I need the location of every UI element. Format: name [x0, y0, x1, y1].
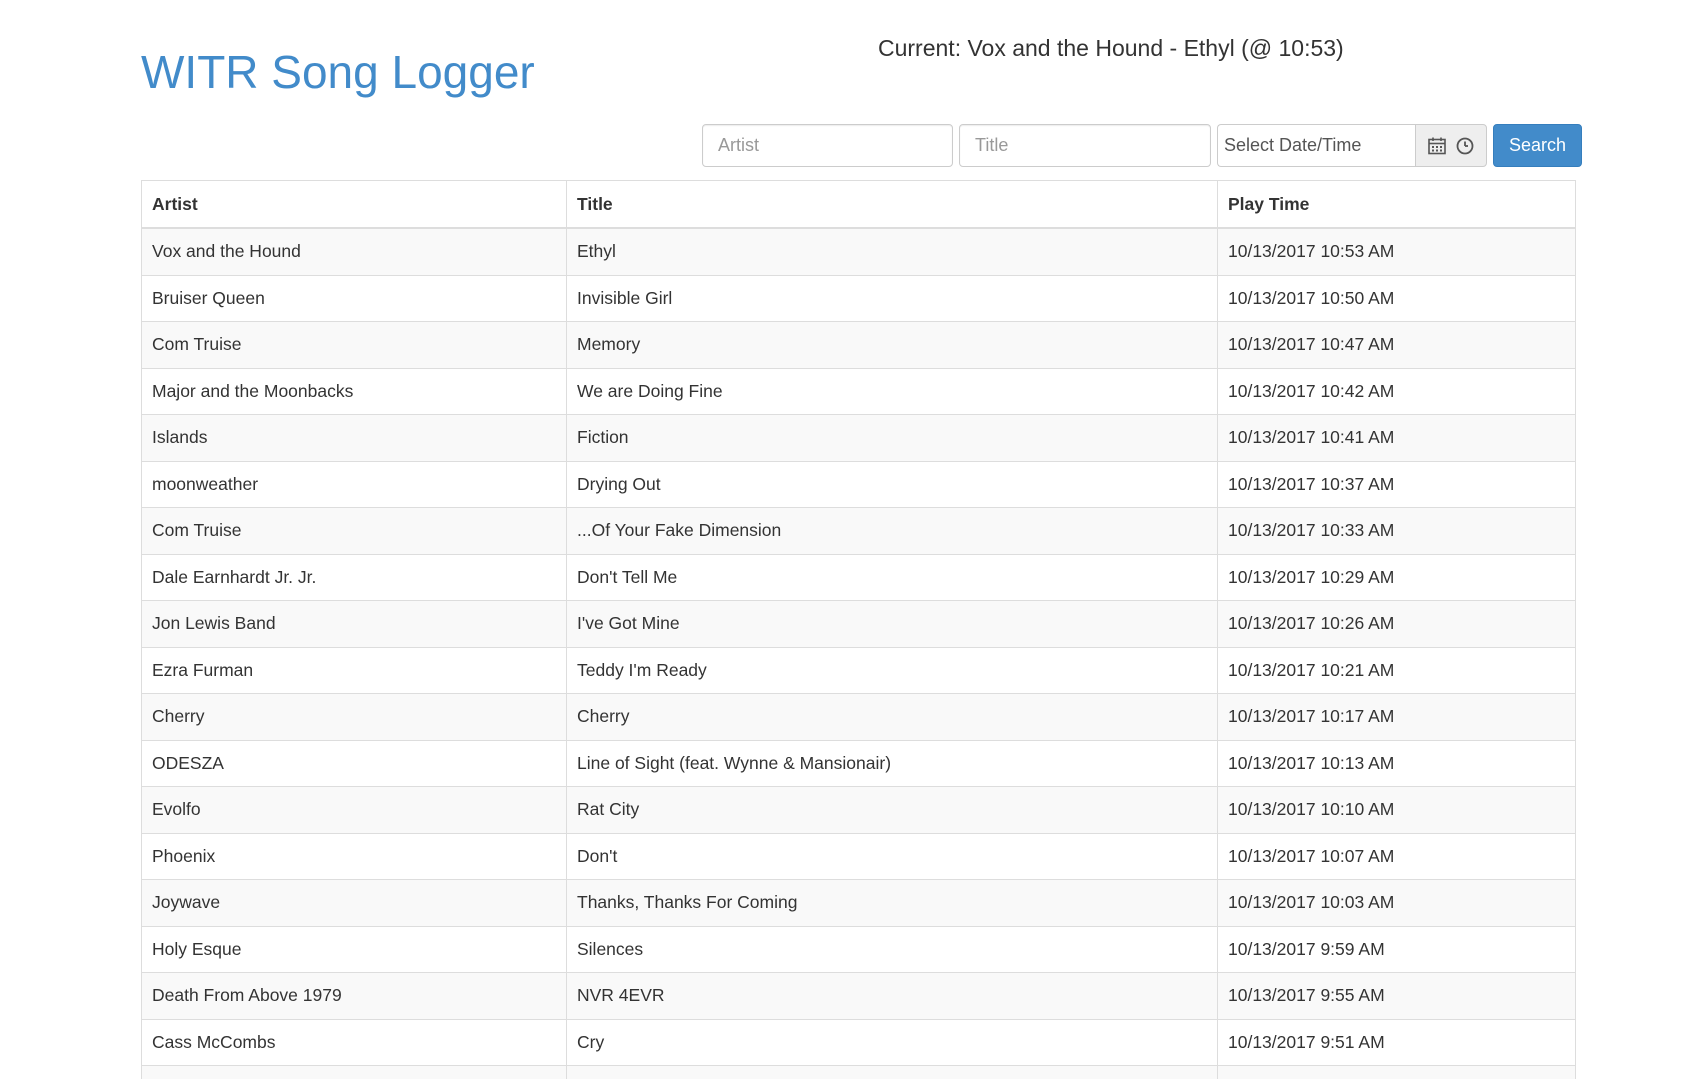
artist-cell: Com Truise — [141, 321, 567, 369]
column-header-play-time: Play Time — [1217, 180, 1576, 229]
table-row: Jon Lewis Band I've Got Mine 10/13/2017 10… — [141, 600, 1576, 648]
table-row: Cass McCombs Cry 10/13/2017 9:51 AM — [141, 1018, 1576, 1066]
play-time-cell: 10/13/2017 10:13 AM — [1217, 739, 1576, 787]
song-log-table: Artist Title Play Time Vox and the Hound… — [141, 180, 1576, 1079]
title-cell: Memory — [566, 321, 1218, 369]
play-time-cell: 10/13/2017 10:41 AM — [1217, 414, 1576, 462]
artist-cell: Ezra Furman — [141, 646, 567, 694]
play-time-cell: 10/13/2017 10:21 AM — [1217, 646, 1576, 694]
table-row: Dale Earnhardt Jr. Jr. Don't Tell Me 10/13… — [141, 553, 1576, 601]
table-row: Ezra Furman Teddy I'm Ready 10/13/2017 10:… — [141, 646, 1576, 694]
play-time-cell: 10/13/2017 10:17 AM — [1217, 693, 1576, 741]
play-time-cell: 10/13/2017 9:59 AM — [1217, 925, 1576, 973]
table-row: Com Truise Memory 10/13/2017 10:47 AM — [141, 321, 1576, 369]
table-header-row: Artist Title Play Time — [141, 180, 1576, 229]
play-time-cell: 10/13/2017 10:37 AM — [1217, 460, 1576, 508]
table-row: Death From Above 1979 NVR 4EVR 10/13/2017 … — [141, 972, 1576, 1020]
play-time-cell: 10/13/2017 10:07 AM — [1217, 832, 1576, 880]
table-row: Major and the Moonbacks We are Doing Fine… — [141, 367, 1576, 415]
play-time-cell: 10/13/2017 10:47 AM — [1217, 321, 1576, 369]
table-row: Islands Fiction 10/13/2017 10:41 AM — [141, 414, 1576, 462]
title-cell: We are Doing Fine — [566, 367, 1218, 415]
play-time-cell: 10/13/2017 10:50 AM — [1217, 274, 1576, 322]
title-cell: Rat City — [566, 786, 1218, 834]
artist-cell: Cass McCombs — [141, 1018, 567, 1066]
title-cell: Thanks, Thanks For Coming — [566, 879, 1218, 927]
title-cell: Don't Tell Me — [566, 553, 1218, 601]
datetime-picker — [1217, 124, 1487, 167]
artist-cell: Evolfo — [141, 786, 567, 834]
title-cell: Teddy I'm Ready — [566, 646, 1218, 694]
table-row: Phoenix Don't 10/13/2017 10:07 AM — [141, 832, 1576, 880]
now-playing-text: Current: Vox and the Hound - Ethyl (@ 10… — [878, 35, 1344, 61]
title-input[interactable] — [959, 124, 1211, 167]
title-cell: I've Got Mine — [566, 600, 1218, 648]
artist-cell: Vox and the Hound — [141, 227, 567, 276]
artist-cell: Joywave — [141, 879, 567, 927]
artist-cell: Death From Above 1979 — [141, 972, 567, 1020]
play-time-cell: 10/13/2017 9:47 AM — [1217, 1065, 1576, 1079]
title-cell: ...Of Your Fake Dimension — [566, 507, 1218, 555]
title-cell: Ethyl — [566, 227, 1218, 276]
table-body: Vox and the Hound Ethyl 10/13/2017 10:53 A… — [141, 227, 1576, 1079]
play-time-cell: 10/13/2017 10:29 AM — [1217, 553, 1576, 601]
table-row: Cherry Cherry 10/13/2017 10:17 AM — [141, 693, 1576, 741]
search-button[interactable]: Search — [1493, 124, 1582, 167]
clock-icon — [1455, 136, 1475, 156]
datetime-input[interactable] — [1217, 124, 1415, 167]
app-title: WITR Song Logger — [141, 46, 535, 98]
title-cell: Line of Sight (feat. Wynne & Mansionair) — [566, 739, 1218, 787]
calendar-icon — [1427, 136, 1447, 156]
title-cell: Fiction — [566, 414, 1218, 462]
artist-cell: Jon Lewis Band — [141, 600, 567, 648]
artist-cell: Cherry — [141, 693, 567, 741]
title-cell: Cherry — [566, 693, 1218, 741]
play-time-cell: 10/13/2017 10:33 AM — [1217, 507, 1576, 555]
artist-cell: Islands — [141, 414, 567, 462]
table-row: Joywave Thanks, Thanks For Coming 10/13/20… — [141, 879, 1576, 927]
artist-cell: Holy Esque — [141, 925, 567, 973]
play-time-cell: 10/13/2017 10:26 AM — [1217, 600, 1576, 648]
table-row: Bruiser Queen Invisible Girl 10/13/2017 10… — [141, 274, 1576, 322]
table-row: Vox and the Hound Ethyl 10/13/2017 10:53 A… — [141, 227, 1576, 276]
artist-cell: Major and the Moonbacks — [141, 367, 567, 415]
play-time-cell: 10/13/2017 10:03 AM — [1217, 879, 1576, 927]
table-row: Holy Esque Silences 10/13/2017 9:59 AM — [141, 925, 1576, 973]
title-cell: Drying Out — [566, 460, 1218, 508]
table-row: Com Truise ...Of Your Fake Dimension 10/13… — [141, 507, 1576, 555]
title-cell: What Got In The Way — [566, 1065, 1218, 1079]
play-time-cell: 10/13/2017 9:55 AM — [1217, 972, 1576, 1020]
artist-cell: Dale Earnhardt Jr. Jr. — [141, 553, 567, 601]
title-cell: Don't — [566, 832, 1218, 880]
page: WITR Song Logger Current: Vox and the Ho… — [0, 0, 1703, 1079]
play-time-cell: 10/13/2017 10:53 AM — [1217, 227, 1576, 276]
title-cell: NVR 4EVR — [566, 972, 1218, 1020]
title-cell: Silences — [566, 925, 1218, 973]
table-row: Evolfo Rat City 10/13/2017 10:10 AM — [141, 786, 1576, 834]
table-row: TurnoverWhat Got In The Way10/13/2017 9:… — [141, 1065, 1576, 1079]
song-log-table-container: Artist Title Play Time Vox and the Hound… — [141, 180, 1576, 1079]
table-row: ODESZA Line of Sight (feat. Wynne & Mansi… — [141, 739, 1576, 787]
artist-cell: Phoenix — [141, 832, 567, 880]
column-header-artist: Artist — [141, 180, 567, 229]
play-time-cell: 10/13/2017 9:51 AM — [1217, 1018, 1576, 1066]
column-header-title: Title — [566, 180, 1218, 229]
search-form: Search — [702, 124, 1582, 167]
table-row: moonweather Drying Out 10/13/2017 10:37 AM — [141, 460, 1576, 508]
artist-cell: Bruiser Queen — [141, 274, 567, 322]
artist-cell: Com Truise — [141, 507, 567, 555]
artist-input[interactable] — [702, 124, 953, 167]
datetime-picker-toggle[interactable] — [1415, 124, 1487, 167]
artist-cell: ODESZA — [141, 739, 567, 787]
artist-cell: Turnover — [141, 1065, 567, 1079]
title-cell: Cry — [566, 1018, 1218, 1066]
play-time-cell: 10/13/2017 10:42 AM — [1217, 367, 1576, 415]
play-time-cell: 10/13/2017 10:10 AM — [1217, 786, 1576, 834]
title-cell: Invisible Girl — [566, 274, 1218, 322]
artist-cell: moonweather — [141, 460, 567, 508]
